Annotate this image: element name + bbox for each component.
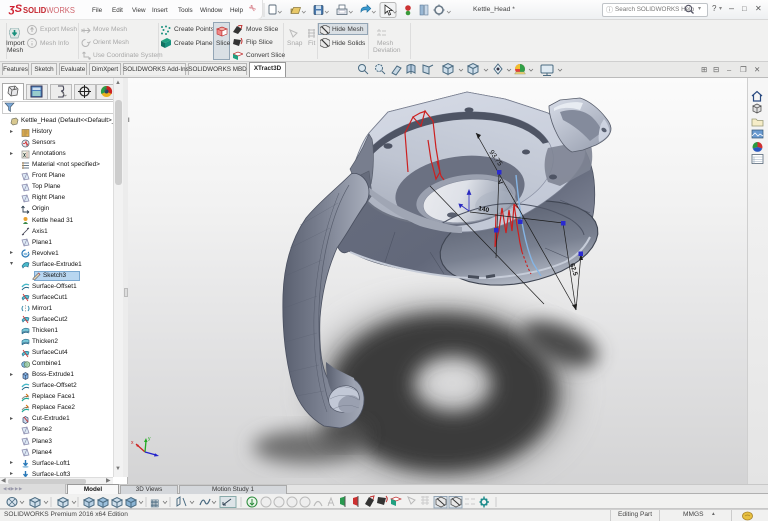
svg-text:x: x [131, 440, 134, 446]
svg-text:y: y [148, 436, 151, 442]
svg-text:▦: ▦ [150, 498, 159, 509]
